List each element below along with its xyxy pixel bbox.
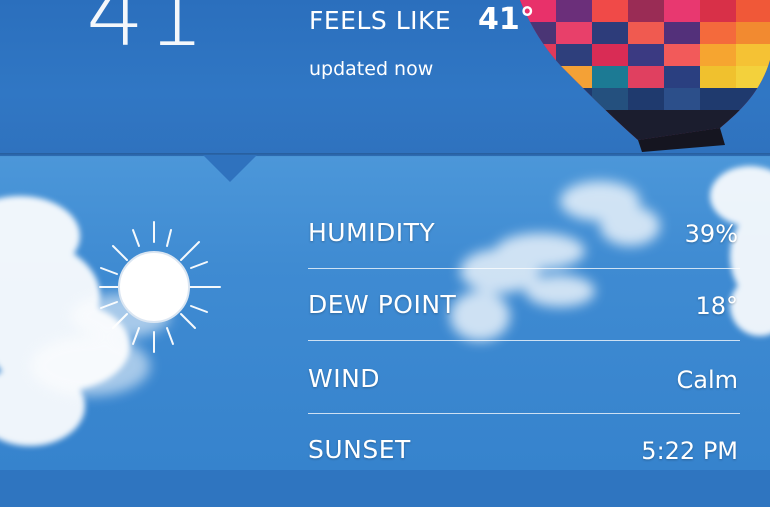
detail-row-wind: WIND Calm — [308, 364, 738, 436]
panel-divider — [0, 153, 770, 157]
hot-air-balloon-image — [520, 0, 770, 152]
humidity-value: 39% — [684, 220, 738, 248]
dew-point-value: 18° — [695, 292, 738, 320]
current-temperature: 41 — [86, 0, 208, 67]
panel-pointer — [203, 155, 257, 182]
detail-row-sunset: SUNSET 5:22 PM — [308, 435, 738, 507]
wind-label: WIND — [308, 364, 381, 393]
sun-icon — [99, 221, 221, 353]
feels-like-value: 41° — [478, 2, 535, 37]
humidity-label: HUMIDITY — [308, 218, 436, 247]
row-divider — [308, 268, 740, 269]
detail-row-dew-point: DEW POINT 18° — [308, 290, 738, 362]
row-divider — [308, 340, 740, 341]
dew-point-label: DEW POINT — [308, 290, 457, 319]
feels-like-label: FEELS LIKE — [309, 6, 452, 35]
updated-status[interactable]: updated now — [309, 58, 433, 80]
sunset-label: SUNSET — [308, 435, 411, 464]
wind-value: Calm — [676, 366, 738, 394]
row-divider — [308, 413, 740, 414]
detail-row-humidity: HUMIDITY 39% — [308, 218, 738, 290]
sunset-value: 5:22 PM — [641, 437, 738, 465]
